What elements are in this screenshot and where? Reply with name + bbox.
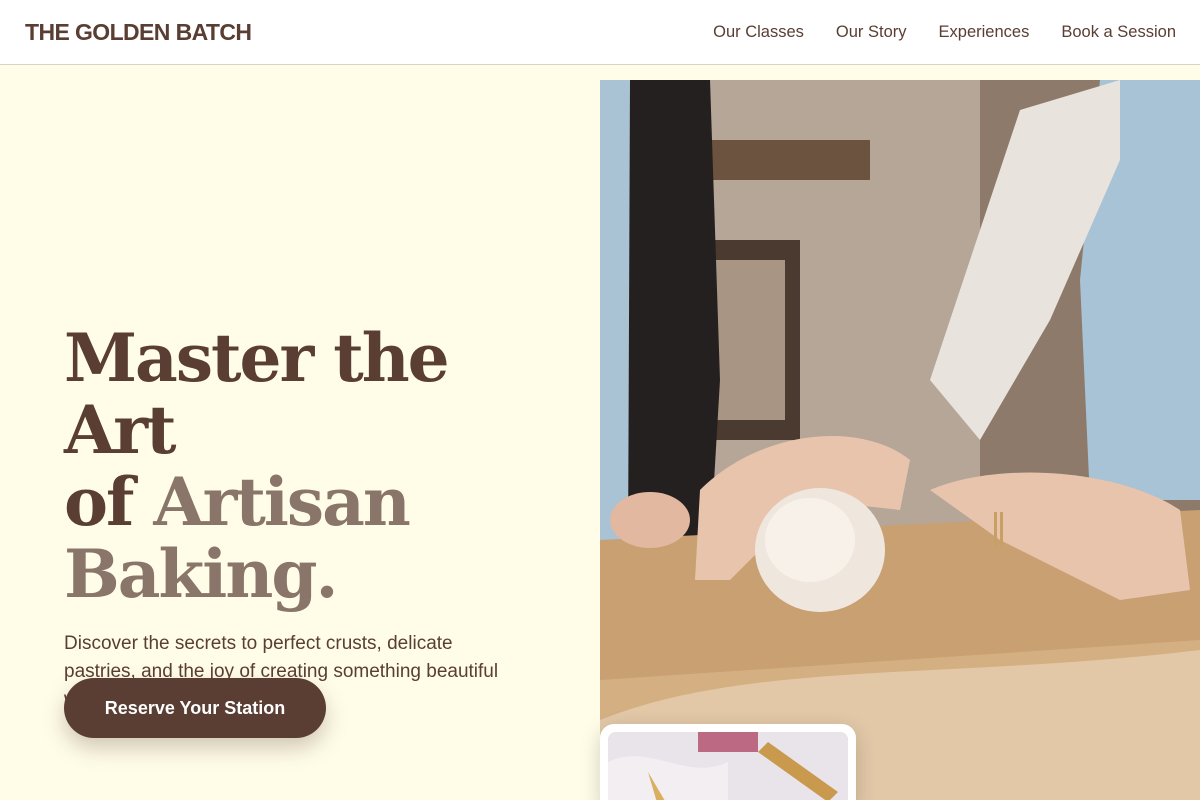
reserve-station-button[interactable]: Reserve Your Station bbox=[64, 678, 326, 738]
nav-link-experiences[interactable]: Experiences bbox=[939, 23, 1030, 42]
secondary-photo-card bbox=[600, 724, 856, 800]
headline-line-3: Baking. bbox=[64, 535, 338, 613]
hero-photo-illustration bbox=[600, 80, 1200, 800]
hero-photo-baking bbox=[600, 80, 1200, 800]
main-nav: Our Classes Our Story Experiences Book a… bbox=[713, 23, 1176, 42]
nav-link-our-story[interactable]: Our Story bbox=[836, 23, 907, 42]
headline-line-1: Master the Art bbox=[64, 319, 450, 469]
headline-line-2-accent: Artisan bbox=[153, 463, 410, 541]
nav-link-our-classes[interactable]: Our Classes bbox=[713, 23, 804, 42]
hero-text-section: Master the Art of Artisan Baking. Discov… bbox=[64, 322, 564, 738]
headline-line-2-start: of bbox=[64, 463, 154, 541]
brand-logo-text[interactable]: THE GOLDEN BATCH bbox=[25, 19, 252, 46]
top-navigation-bar: THE GOLDEN BATCH Our Classes Our Story E… bbox=[0, 0, 1200, 65]
secondary-photo-pastry bbox=[608, 732, 848, 800]
secondary-photo-illustration bbox=[608, 732, 848, 800]
hero-headline: Master the Art of Artisan Baking. bbox=[64, 322, 564, 610]
nav-link-book-a-session[interactable]: Book a Session bbox=[1061, 23, 1176, 42]
